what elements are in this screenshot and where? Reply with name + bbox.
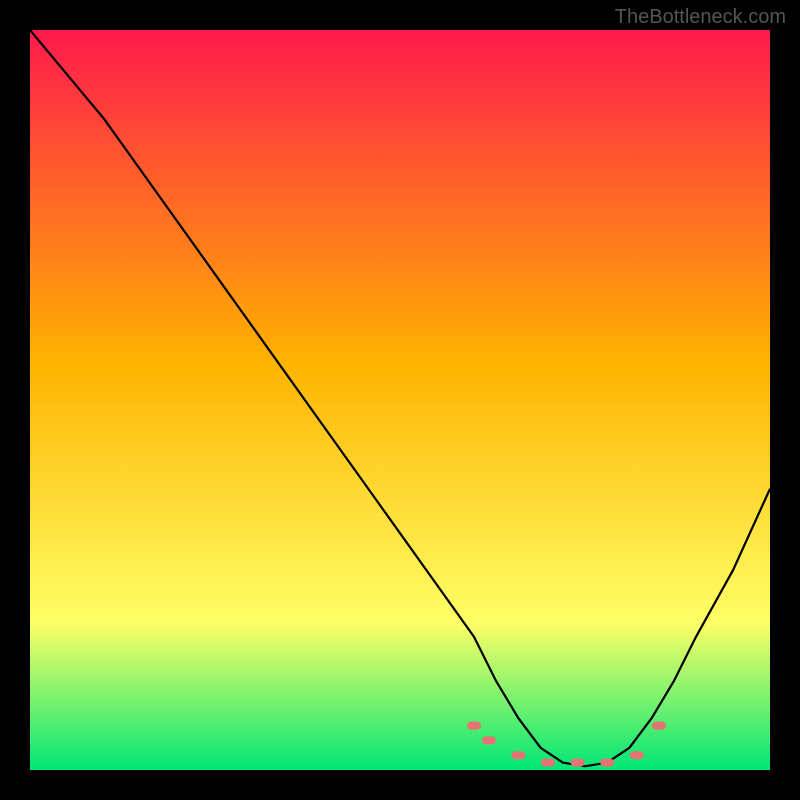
- chart-svg: [30, 30, 770, 770]
- marker-dot: [630, 751, 644, 759]
- marker-dot: [511, 751, 525, 759]
- watermark-text: TheBottleneck.com: [615, 6, 786, 29]
- marker-dot: [482, 736, 496, 744]
- marker-dot: [571, 759, 585, 767]
- gradient-background: [30, 30, 770, 770]
- plot-area: [30, 30, 770, 770]
- marker-dot: [600, 759, 614, 767]
- marker-dot: [467, 722, 481, 730]
- chart-container: TheBottleneck.com: [0, 0, 800, 800]
- marker-dot: [541, 759, 555, 767]
- marker-dot: [652, 722, 666, 730]
